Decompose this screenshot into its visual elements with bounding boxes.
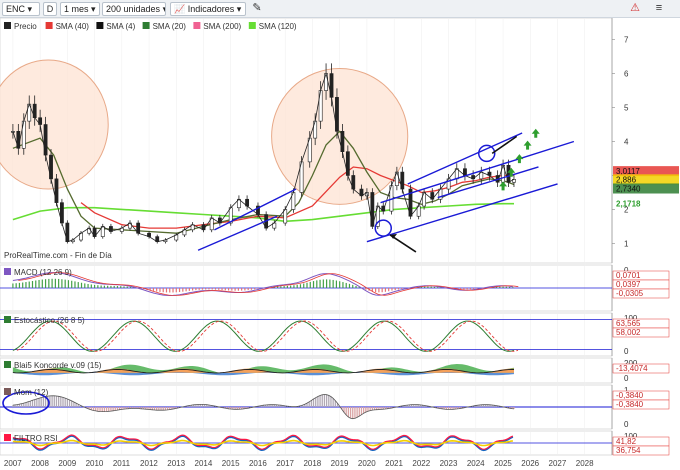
x-tick-label: 2024 <box>467 459 485 468</box>
x-tick-label: 2022 <box>412 459 430 468</box>
period-label: 1 mes <box>64 4 89 14</box>
x-tick-label: 2026 <box>521 459 539 468</box>
panel-legend: MACD (12 26 9) <box>14 268 72 277</box>
price-label: 2,7340 <box>616 185 641 194</box>
y-tick-label: 1 <box>624 239 629 248</box>
more-menu-icon[interactable]: ≡ <box>652 2 666 16</box>
x-tick-label: 2023 <box>440 459 458 468</box>
legend-entry: SMA (40) <box>56 22 90 31</box>
y-tick-label: 6 <box>624 70 629 79</box>
period-selector[interactable]: 1 mes ▾ <box>60 2 100 16</box>
legend-swatch <box>4 361 11 368</box>
legend-swatch <box>4 268 11 275</box>
indicators-label: Indicadores <box>187 4 235 14</box>
indicators-button[interactable]: 📈 Indicadores ▾ <box>170 2 246 16</box>
price-label: 2,1718 <box>616 200 641 209</box>
d-icon[interactable]: D <box>43 2 57 16</box>
panel-tick-label: 0 <box>624 420 629 429</box>
legend-entry: Precio <box>14 22 37 31</box>
x-tick-label: 2019 <box>331 459 349 468</box>
panel-tick-label: 0 <box>624 374 629 383</box>
symbol-selector[interactable]: ENC ▾ <box>2 2 40 16</box>
x-tick-label: 2007 <box>4 459 22 468</box>
legend-swatch <box>45 22 53 29</box>
legend-entry: SMA (200) <box>203 22 241 31</box>
panel-value-label: 63,565 <box>616 319 641 328</box>
x-tick-label: 2008 <box>31 459 49 468</box>
x-tick-label: 2013 <box>167 459 185 468</box>
d-label: D <box>46 4 54 14</box>
panel-value-label: -13,4074 <box>616 364 648 373</box>
panel-legend: Estocástico (26 8 5) <box>14 316 85 325</box>
units-selector[interactable]: 200 unidades ▾ <box>102 2 166 16</box>
x-tick-label: 2017 <box>276 459 294 468</box>
panel-value-label: 0,0397 <box>616 280 641 289</box>
wrench-icon[interactable]: ✎ <box>250 2 264 16</box>
panel-value-label: 58,002 <box>616 328 641 337</box>
legend-swatch <box>142 22 150 29</box>
panel-tick-label: 0 <box>624 347 629 356</box>
panel-value-label: 36,754 <box>616 446 641 455</box>
legend-swatch <box>4 388 11 395</box>
legend-entry: SMA (120) <box>259 22 297 31</box>
units-label: 200 unidades <box>106 4 161 14</box>
x-tick-label: 2009 <box>58 459 76 468</box>
panel-value-label: -0,3840 <box>616 391 644 400</box>
panel-legend: FILTRO RSI <box>14 434 57 443</box>
x-tick-label: 2016 <box>249 459 267 468</box>
symbol-label: ENC <box>6 4 26 14</box>
x-tick-label: 2025 <box>494 459 512 468</box>
alert-icon[interactable]: ⚠ <box>628 2 642 16</box>
panel-legend: Mom (12) <box>14 388 49 397</box>
x-tick-label: 2020 <box>358 459 376 468</box>
legend-swatch <box>96 22 104 29</box>
price-candle <box>283 209 288 224</box>
panel-value-label: 0,0701 <box>616 271 641 280</box>
x-tick-label: 2014 <box>195 459 213 468</box>
price-label: 2,886 <box>616 175 637 184</box>
y-tick-label: 4 <box>624 138 629 147</box>
legend-swatch <box>4 316 11 323</box>
y-tick-label: 7 <box>624 36 629 45</box>
x-tick-label: 2018 <box>303 459 321 468</box>
panel-value-label: 41,82 <box>616 437 637 446</box>
chart-area[interactable]: 2007 2008 2009 2010 2011 2012 2013 2014 2015 2016… <box>0 18 680 470</box>
x-tick-label: 2021 <box>385 459 403 468</box>
x-tick-label: 2027 <box>549 459 567 468</box>
x-tick-label: 2028 <box>576 459 594 468</box>
panel-value-label: -0,0305 <box>616 289 644 298</box>
legend-swatch <box>4 434 11 441</box>
source-text: ProRealTime.com - Fin de Día <box>4 251 112 260</box>
toolbar: ENC ▾ D 1 mes ▾ 200 unidades ▾ 📈 Indicad… <box>0 0 680 18</box>
annotation-ellipse <box>271 67 409 205</box>
x-tick-label: 2010 <box>86 459 104 468</box>
y-tick-label: 5 <box>624 104 629 113</box>
x-tick-label: 2015 <box>222 459 240 468</box>
legend-entry: SMA (4) <box>106 22 135 31</box>
panel-value-label: -0,3840 <box>616 400 644 409</box>
legend-swatch <box>248 22 256 29</box>
legend-entry: SMA (20) <box>153 22 187 31</box>
x-tick-label: 2011 <box>113 459 131 468</box>
x-tick-label: 2012 <box>140 459 158 468</box>
legend-swatch <box>193 22 201 29</box>
panel-legend: Blai5 Koncorde v.09 (15) <box>14 361 102 370</box>
legend-swatch <box>4 22 11 29</box>
